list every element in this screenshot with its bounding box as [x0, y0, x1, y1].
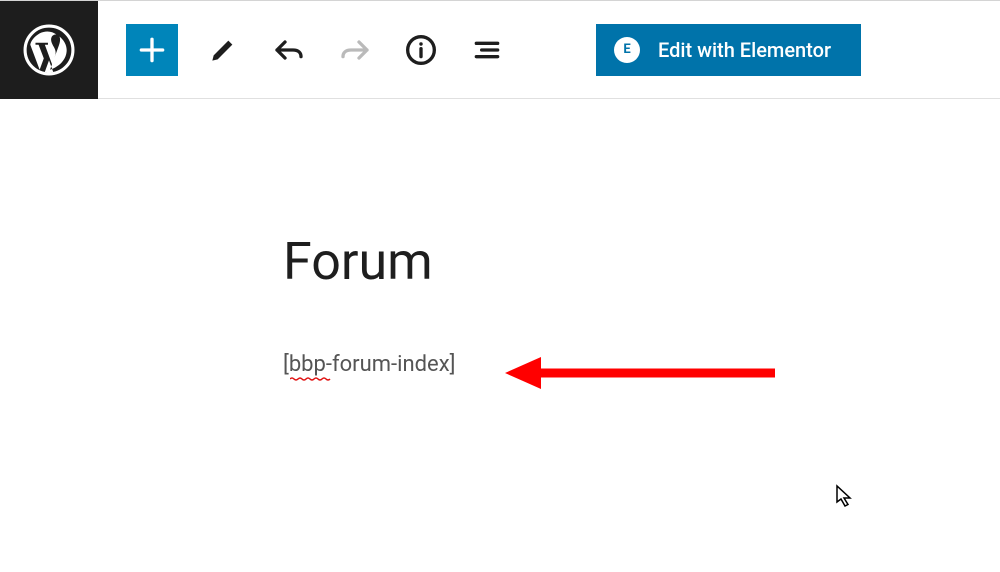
redo-button[interactable]: [334, 29, 376, 71]
page-title[interactable]: Forum: [283, 231, 1000, 292]
wordpress-icon: [23, 24, 75, 76]
editor-content: Forum [bbp-forum-index]: [0, 99, 1000, 377]
elementor-badge-icon: E: [614, 37, 640, 63]
undo-button[interactable]: [268, 29, 310, 71]
edit-elementor-button[interactable]: E Edit with Elementor: [596, 24, 861, 76]
pencil-icon: [207, 34, 239, 66]
redo-icon: [339, 34, 371, 66]
elementor-button-label: Edit with Elementor: [658, 38, 831, 62]
info-button[interactable]: [400, 29, 442, 71]
shortcode-block[interactable]: [bbp-forum-index]: [283, 352, 455, 377]
wordpress-logo[interactable]: [0, 1, 98, 99]
outline-button[interactable]: [466, 29, 508, 71]
editor-toolbar: E Edit with Elementor: [0, 1, 1000, 99]
info-icon: [405, 34, 437, 66]
shortcode-text: [bbp-forum-index]: [283, 352, 455, 377]
mouse-cursor: [835, 484, 855, 508]
spellcheck-underline: [290, 377, 331, 381]
plus-icon: [136, 34, 168, 66]
undo-icon: [273, 34, 305, 66]
toolbar-actions: E Edit with Elementor: [98, 24, 1000, 76]
edit-button[interactable]: [202, 29, 244, 71]
add-block-button[interactable]: [126, 24, 178, 76]
outline-icon: [471, 34, 503, 66]
